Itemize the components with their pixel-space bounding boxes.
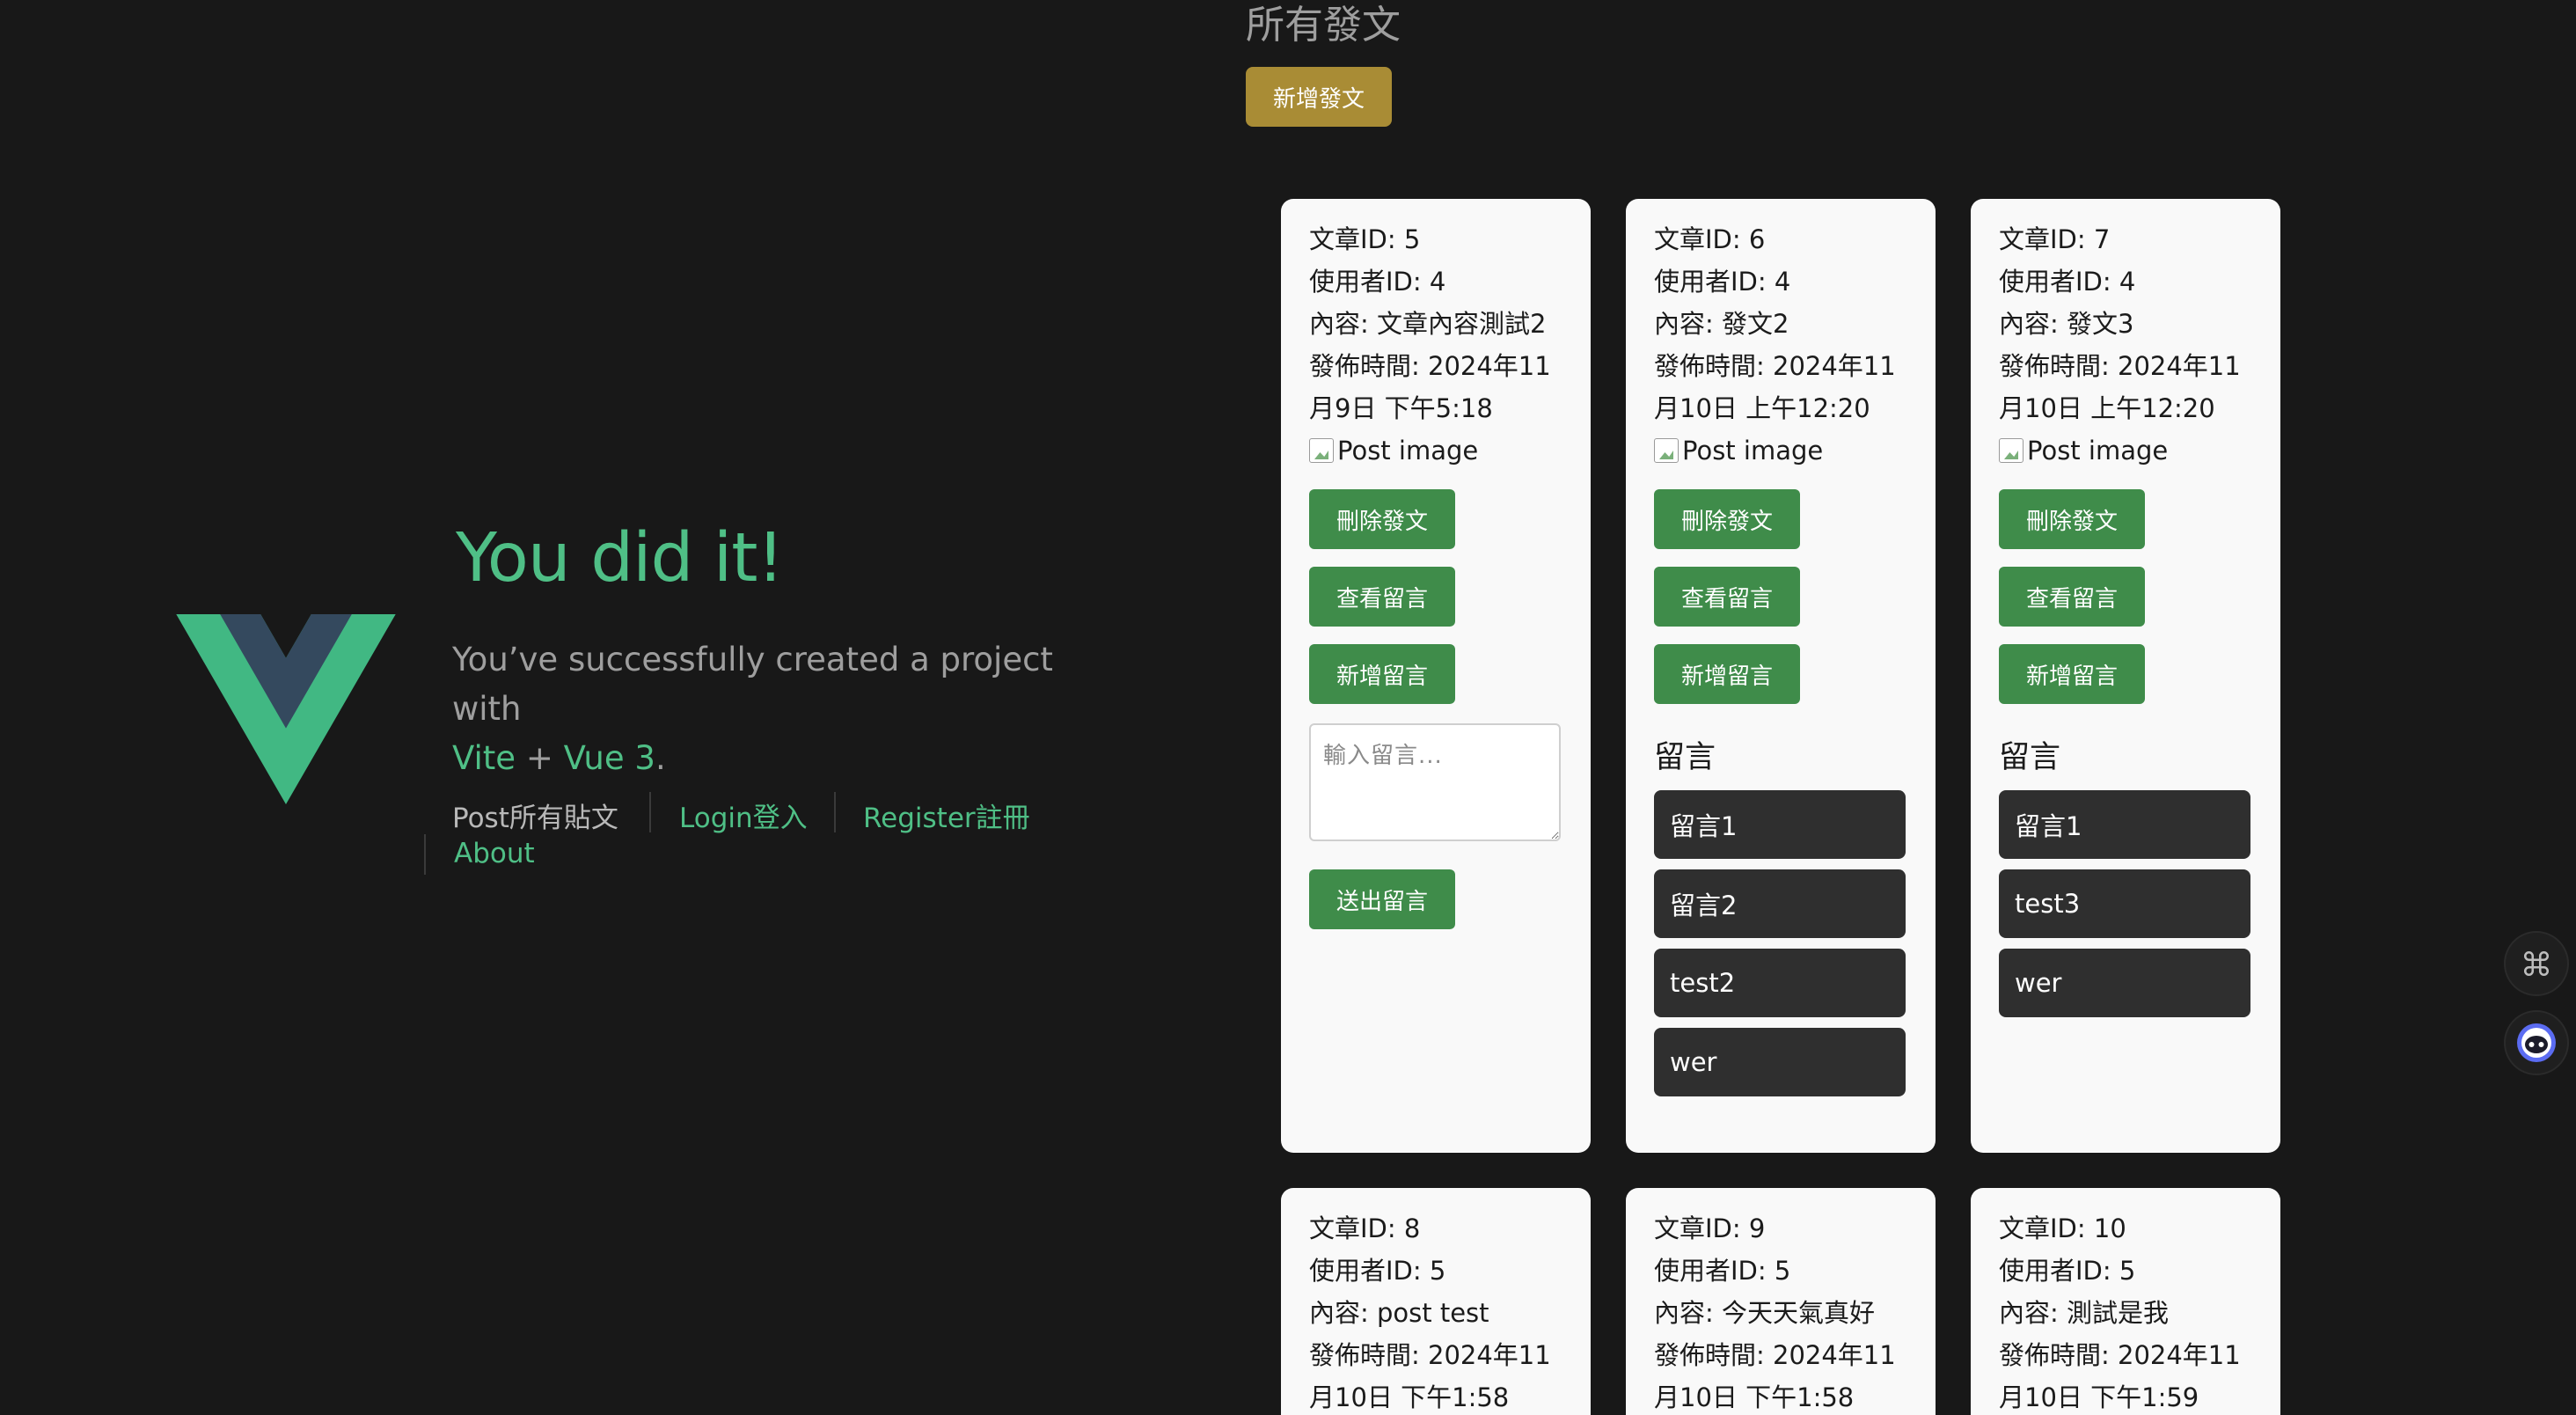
- nav-divider: [834, 792, 836, 832]
- view-comments-button[interactable]: 查看留言: [1654, 567, 1800, 627]
- post-time: 發佈時間: 2024年11月9日 下午5:18: [1309, 351, 1551, 423]
- broken-image-icon: [1654, 438, 1679, 463]
- article-id: 文章ID: 7: [1999, 224, 2111, 254]
- delete-post-button[interactable]: 刪除發文: [1654, 489, 1800, 549]
- article-id: 文章ID: 9: [1654, 1213, 1766, 1243]
- comment-item: wer: [1654, 1028, 1906, 1096]
- nav-about-link[interactable]: About: [454, 838, 535, 869]
- post-time: 發佈時間: 2024年11月10日 下午1:58: [1309, 1340, 1551, 1412]
- add-comment-button[interactable]: 新增留言: [1654, 644, 1800, 704]
- user-id: 使用者ID: 4: [1654, 267, 1791, 297]
- comment-item: test3: [1999, 869, 2250, 938]
- nav-posts-link[interactable]: Post所有貼文: [452, 795, 618, 835]
- post-content: 內容: 文章內容測試2: [1309, 309, 1547, 339]
- command-icon[interactable]: [2506, 933, 2567, 994]
- assistant-bot-icon[interactable]: [2506, 1012, 2567, 1074]
- post-image-alt: Post image: [2027, 436, 2169, 466]
- hero-subtitle-text: You’ve successfully created a project wi…: [452, 641, 1053, 728]
- post-card: 文章ID: 10 使用者ID: 5 內容: 測試是我 發佈時間: 2024年11…: [1971, 1188, 2280, 1415]
- post-content: 內容: post test: [1309, 1298, 1489, 1328]
- nav-divider: [649, 792, 651, 832]
- article-id: 文章ID: 5: [1309, 224, 1421, 254]
- hero-subtitle: You’ve successfully created a project wi…: [452, 635, 1121, 783]
- page-title: 所有發文: [1246, 3, 1401, 48]
- send-comment-button[interactable]: 送出留言: [1309, 869, 1455, 929]
- period: .: [655, 739, 666, 777]
- comment-item: test2: [1654, 949, 1906, 1017]
- post-image: Post image: [1999, 429, 2252, 472]
- post-time: 發佈時間: 2024年11月10日 下午1:58: [1654, 1340, 1896, 1412]
- broken-image-icon: [1999, 438, 2023, 463]
- comments-heading: 留言: [1999, 740, 2061, 775]
- post-image: Post image: [1309, 429, 1562, 472]
- post-image: Post image: [1654, 429, 1907, 472]
- command-glyph-icon: [2523, 950, 2550, 977]
- post-content: 內容: 今天天氣真好: [1654, 1298, 1875, 1328]
- user-id: 使用者ID: 5: [1309, 1256, 1446, 1286]
- post-card: 文章ID: 8 使用者ID: 5 內容: post test 發佈時間: 202…: [1281, 1188, 1591, 1415]
- bot-face-icon: [2517, 1023, 2556, 1062]
- user-id: 使用者ID: 4: [1309, 267, 1446, 297]
- delete-post-button[interactable]: 刪除發文: [1309, 489, 1455, 549]
- vue-link[interactable]: Vue 3: [564, 739, 655, 777]
- plus-sign: +: [525, 739, 553, 777]
- vue-logo: [176, 614, 396, 804]
- post-content: 內容: 發文2: [1654, 309, 1789, 339]
- article-id: 文章ID: 8: [1309, 1213, 1421, 1243]
- post-content: 內容: 測試是我: [1999, 1298, 2169, 1328]
- vite-link[interactable]: Vite: [452, 739, 516, 777]
- view-comments-button[interactable]: 查看留言: [1999, 567, 2145, 627]
- delete-post-button[interactable]: 刪除發文: [1999, 489, 2145, 549]
- view-comments-button[interactable]: 查看留言: [1309, 567, 1455, 627]
- post-image-alt: Post image: [1337, 436, 1479, 466]
- comment-item: wer: [1999, 949, 2250, 1017]
- add-comment-button[interactable]: 新增留言: [1309, 644, 1455, 704]
- post-time: 發佈時間: 2024年11月10日 上午12:20: [1654, 351, 1896, 423]
- post-card: 文章ID: 7 使用者ID: 4 內容: 發文3 發佈時間: 2024年11月1…: [1971, 199, 2280, 1153]
- hero-title: You did it!: [456, 519, 784, 598]
- user-id: 使用者ID: 5: [1654, 1256, 1791, 1286]
- article-id: 文章ID: 6: [1654, 224, 1766, 254]
- comment-item: 留言1: [1999, 790, 2250, 859]
- article-id: 文章ID: 10: [1999, 1213, 2126, 1243]
- user-id: 使用者ID: 5: [1999, 1256, 2136, 1286]
- comment-item: 留言1: [1654, 790, 1906, 859]
- add-comment-button[interactable]: 新增留言: [1999, 644, 2145, 704]
- broken-image-icon: [1309, 438, 1334, 463]
- post-time: 發佈時間: 2024年11月10日 上午12:20: [1999, 351, 2241, 423]
- comment-input[interactable]: [1309, 723, 1561, 841]
- post-content: 內容: 發文3: [1999, 309, 2134, 339]
- nav-divider: [424, 834, 426, 875]
- post-image-alt: Post image: [1682, 436, 1824, 466]
- new-post-button[interactable]: 新增發文: [1246, 67, 1392, 127]
- comment-item: 留言2: [1654, 869, 1906, 938]
- nav-login-link[interactable]: Login登入: [679, 795, 808, 835]
- post-card: 文章ID: 5 使用者ID: 4 內容: 文章內容測試2 發佈時間: 2024年…: [1281, 199, 1591, 1153]
- post-card: 文章ID: 9 使用者ID: 5 內容: 今天天氣真好 發佈時間: 2024年1…: [1626, 1188, 1936, 1415]
- comments-heading: 留言: [1654, 740, 1716, 775]
- nav-register-link[interactable]: Register註冊: [863, 795, 1030, 835]
- post-card: 文章ID: 6 使用者ID: 4 內容: 發文2 發佈時間: 2024年11月1…: [1626, 199, 1936, 1153]
- user-id: 使用者ID: 4: [1999, 267, 2136, 297]
- post-time: 發佈時間: 2024年11月10日 下午1:59: [1999, 1340, 2241, 1412]
